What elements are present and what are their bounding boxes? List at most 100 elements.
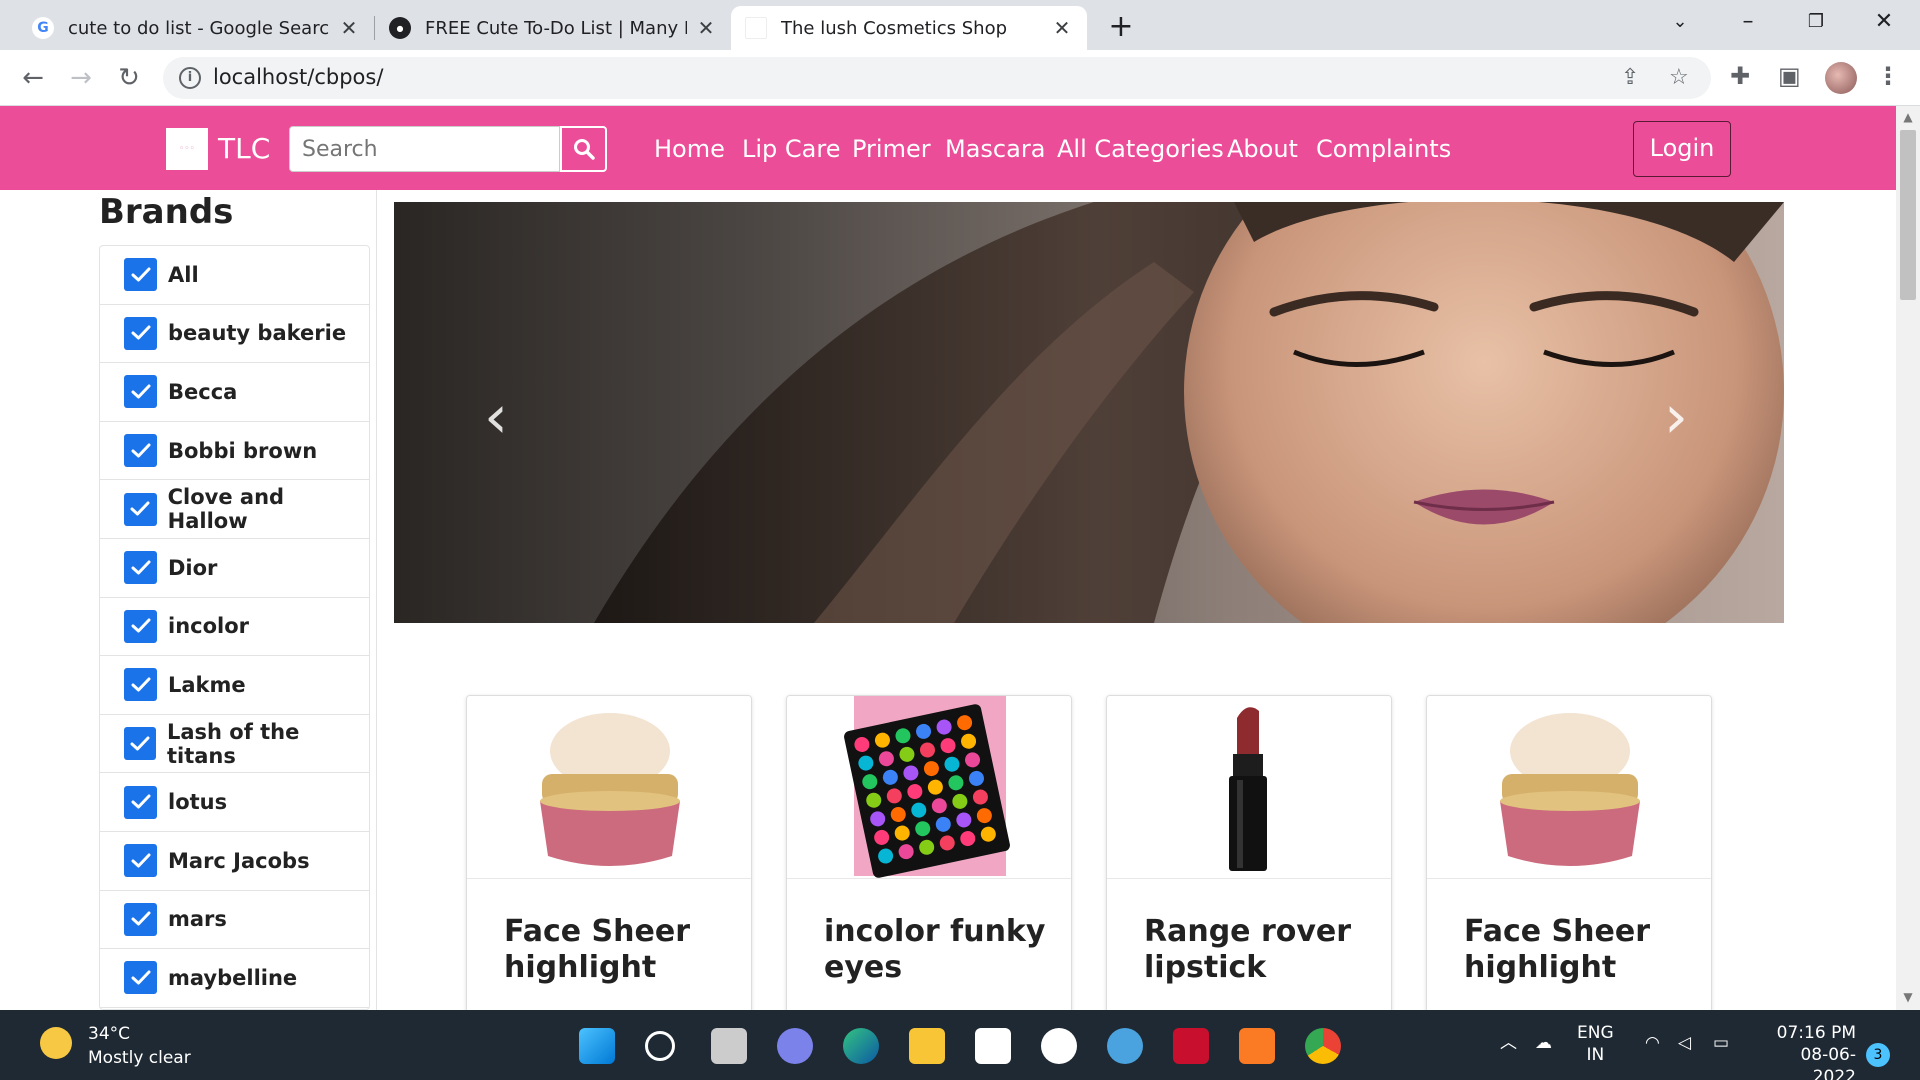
profile-avatar[interactable]: [1825, 62, 1857, 94]
weather-temperature[interactable]: 34°C: [88, 1024, 130, 1044]
side-panel-icon[interactable]: ▣: [1778, 62, 1801, 90]
task-view-icon[interactable]: [711, 1028, 747, 1064]
onedrive-icon[interactable]: ☁: [1535, 1032, 1552, 1054]
scroll-thumb[interactable]: [1900, 130, 1916, 300]
wifi-icon[interactable]: ◠: [1645, 1032, 1660, 1054]
brand-checkbox[interactable]: [124, 961, 157, 995]
brand-filter-item[interactable]: Clove and Hallow: [100, 480, 369, 539]
login-button[interactable]: Login: [1633, 121, 1731, 177]
tab-google-search[interactable]: G cute to do list - Google Search ✕: [18, 6, 374, 50]
microsoft-store-icon[interactable]: [975, 1028, 1011, 1064]
brand-checkbox[interactable]: [124, 902, 157, 936]
brand-checkbox[interactable]: [124, 551, 157, 585]
tab-search-icon[interactable]: ⌄: [1652, 0, 1708, 44]
nav-home[interactable]: Home: [654, 128, 725, 170]
brand-filter-item[interactable]: Bobbi brown: [100, 422, 369, 481]
start-icon[interactable]: [579, 1028, 615, 1064]
edge-icon[interactable]: [843, 1028, 879, 1064]
brand-checkbox[interactable]: [124, 316, 157, 350]
brand-checkbox[interactable]: [124, 609, 157, 643]
brand-filter-item[interactable]: maybelline: [100, 949, 369, 1008]
product-title[interactable]: Face Sheer highlight: [1464, 914, 1704, 986]
reload-icon[interactable]: ↻: [111, 60, 147, 96]
brand-filter-item[interactable]: Dior: [100, 539, 369, 598]
new-tab-button[interactable]: +: [1101, 8, 1141, 48]
nav-mascara[interactable]: Mascara: [945, 128, 1045, 170]
brand-filter-item[interactable]: lotus: [100, 773, 369, 832]
menu-dots-icon[interactable]: ⋮: [1876, 62, 1900, 90]
search-button[interactable]: [560, 126, 607, 172]
weather-moon-icon[interactable]: [40, 1027, 72, 1059]
brand-filter-item[interactable]: All: [100, 246, 369, 305]
close-tab-icon[interactable]: ✕: [338, 17, 360, 39]
chrome-icon[interactable]: [1305, 1028, 1341, 1064]
search-input[interactable]: [289, 126, 560, 172]
brand-checkbox[interactable]: [124, 434, 157, 468]
logo-image[interactable]: ◦◦◦: [166, 128, 208, 170]
page-scrollbar[interactable]: ▲ ▼: [1896, 106, 1920, 1010]
brand-filter-item[interactable]: incolor: [100, 598, 369, 657]
sidebar-divider: [376, 190, 377, 1010]
brand-checkbox[interactable]: [124, 492, 157, 526]
brand-name[interactable]: TLC: [218, 128, 270, 170]
brand-filter-item[interactable]: mars: [100, 891, 369, 950]
url-text[interactable]: localhost/cbpos/: [213, 65, 383, 89]
chat-icon[interactable]: [777, 1028, 813, 1064]
notification-badge[interactable]: 3: [1866, 1043, 1890, 1067]
carousel-next-icon[interactable]: ›: [1664, 382, 1688, 452]
carousel-prev-icon[interactable]: ‹: [484, 382, 508, 452]
mcafee-icon[interactable]: [1173, 1028, 1209, 1064]
product-card[interactable]: Face Sheer highlight: [1426, 695, 1712, 1035]
forward-icon[interactable]: →: [63, 60, 99, 96]
product-title[interactable]: Range rover lipstick: [1144, 914, 1384, 986]
minimize-button[interactable]: –: [1720, 0, 1776, 44]
nav-complaints[interactable]: Complaints: [1316, 128, 1451, 170]
tab-lush-cosmetics[interactable]: The lush Cosmetics Shop ✕: [731, 6, 1087, 50]
clock[interactable]: 07:16 PM 08-06-2022: [1760, 1022, 1856, 1080]
close-tab-icon[interactable]: ✕: [1051, 17, 1073, 39]
product-card[interactable]: Face Sheer highlight: [466, 695, 752, 1035]
volume-icon[interactable]: ◁: [1678, 1032, 1691, 1054]
brand-checkbox[interactable]: [124, 844, 157, 878]
tray-chevron-icon[interactable]: ︿: [1500, 1032, 1517, 1054]
language-indicator[interactable]: ENG IN: [1577, 1022, 1614, 1066]
close-window-button[interactable]: ✕: [1856, 0, 1912, 44]
battery-icon[interactable]: ▭: [1713, 1032, 1729, 1054]
scroll-up-icon[interactable]: ▲: [1896, 110, 1920, 124]
brand-filter-item[interactable]: Lash of the titans: [100, 715, 369, 774]
product-title[interactable]: incolor funky eyes: [824, 914, 1064, 986]
nav-all-categories[interactable]: All Categories: [1057, 128, 1224, 170]
product-card[interactable]: Range rover lipstick: [1106, 695, 1392, 1035]
close-tab-icon[interactable]: ✕: [695, 17, 717, 39]
brand-checkbox[interactable]: [124, 727, 156, 761]
file-explorer-icon[interactable]: [909, 1028, 945, 1064]
extensions-icon[interactable]: ✚: [1730, 62, 1750, 90]
help-icon[interactable]: [1107, 1028, 1143, 1064]
scroll-down-icon[interactable]: ▼: [1896, 990, 1920, 1004]
bookmark-star-icon[interactable]: ☆: [1669, 65, 1689, 90]
nav-lip-care[interactable]: Lip Care: [742, 128, 840, 170]
product-card[interactable]: incolor funky eyes: [786, 695, 1072, 1035]
brand-filter-item[interactable]: Becca: [100, 363, 369, 422]
nav-primer[interactable]: Primer: [852, 128, 931, 170]
brand-checkbox[interactable]: [124, 785, 157, 819]
brand-filter-item[interactable]: Lakme: [100, 656, 369, 715]
brand-checkbox[interactable]: [124, 258, 157, 292]
product-title[interactable]: Face Sheer highlight: [504, 914, 744, 986]
site-info-icon[interactable]: i: [179, 67, 201, 89]
nav-about[interactable]: About: [1227, 128, 1298, 170]
xampp-icon[interactable]: [1239, 1028, 1275, 1064]
hero-carousel[interactable]: ‹ ›: [394, 202, 1784, 623]
brand-filter-item[interactable]: beauty bakerie: [100, 305, 369, 364]
share-icon[interactable]: ⇪: [1621, 65, 1639, 90]
back-icon[interactable]: ←: [15, 60, 51, 96]
address-bar[interactable]: i localhost/cbpos/ ⇪ ☆: [163, 57, 1711, 99]
weather-description[interactable]: Mostly clear: [88, 1048, 191, 1068]
brand-filter-item[interactable]: Marc Jacobs: [100, 832, 369, 891]
tab-free-todo[interactable]: ● FREE Cute To-Do List | Many Desi ✕: [375, 6, 731, 50]
restore-button[interactable]: ❐: [1788, 0, 1844, 44]
search-icon[interactable]: [645, 1031, 675, 1061]
brand-checkbox[interactable]: [124, 668, 157, 702]
brand-checkbox[interactable]: [124, 375, 157, 409]
app-icon[interactable]: [1041, 1028, 1077, 1064]
